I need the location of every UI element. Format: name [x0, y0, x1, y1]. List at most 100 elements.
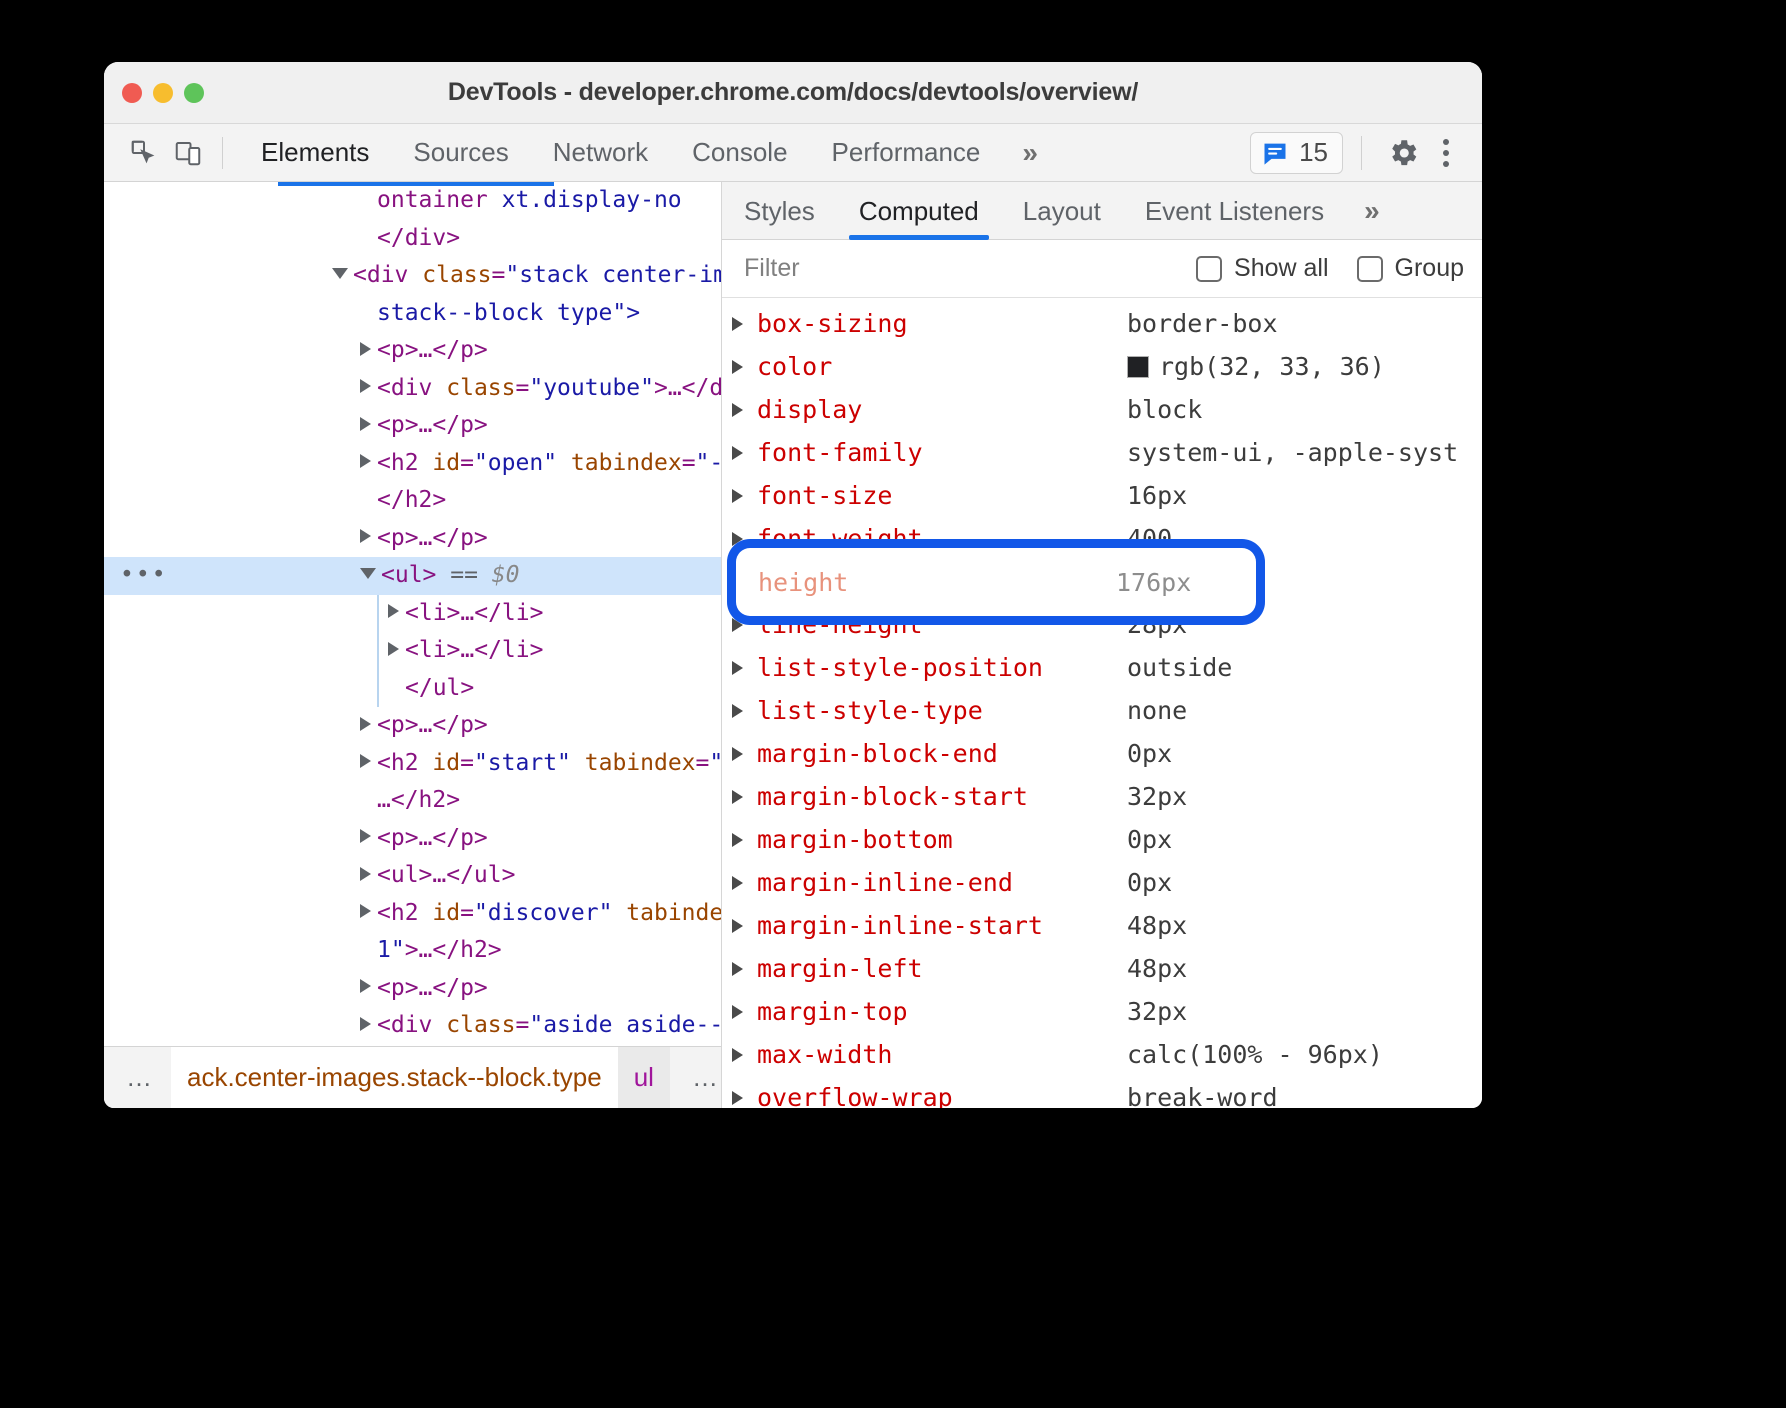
inspect-element-icon[interactable] — [122, 133, 166, 173]
dom-node[interactable]: <h2 id="start" tabindex="- — [104, 745, 721, 783]
computed-property-row[interactable]: list-style-positionoutside — [722, 646, 1482, 689]
chevron-right-icon[interactable] — [360, 904, 371, 918]
computed-property-row[interactable]: margin-inline-start48px — [722, 904, 1482, 947]
chevron-right-icon[interactable] — [360, 1017, 371, 1031]
computed-property-row[interactable]: colorrgb(32, 33, 36) — [722, 345, 1482, 388]
dom-node[interactable]: <li>…</li> — [104, 632, 721, 670]
dom-node[interactable]: <p>…</p> — [104, 970, 721, 1008]
chevron-down-icon[interactable] — [332, 268, 348, 279]
dom-node[interactable]: <h2 id="open" tabindex="-1 — [104, 445, 721, 483]
dom-node[interactable]: <div class="stack center-ima — [104, 257, 721, 295]
chevron-right-icon[interactable] — [732, 446, 743, 460]
minimize-window-button[interactable] — [153, 83, 173, 103]
chevron-right-icon[interactable] — [732, 962, 743, 976]
chevron-right-icon[interactable] — [360, 754, 371, 768]
chevron-right-icon[interactable] — [360, 379, 371, 393]
color-swatch[interactable] — [1127, 356, 1149, 378]
dom-node-selected[interactable]: •••<ul> == $0 — [104, 557, 721, 595]
dom-node[interactable]: </h2> — [104, 482, 721, 520]
group-checkbox[interactable]: Group — [1357, 254, 1464, 283]
dom-node[interactable]: <div class="aside aside--n — [104, 1007, 721, 1045]
chevron-right-icon[interactable] — [732, 403, 743, 417]
tab-layout[interactable]: Layout — [1001, 196, 1123, 239]
chevron-right-icon[interactable] — [732, 833, 743, 847]
show-all-checkbox-box[interactable] — [1196, 256, 1222, 282]
computed-property-row[interactable]: displayblock — [722, 388, 1482, 431]
chevron-right-icon[interactable] — [388, 642, 399, 656]
breadcrumb-overflow-icon[interactable]: … — [104, 1062, 171, 1093]
group-checkbox-box[interactable] — [1357, 256, 1383, 282]
chevron-right-icon[interactable] — [732, 661, 743, 675]
computed-property-row[interactable]: max-widthcalc(100% - 96px) — [722, 1033, 1482, 1076]
tab-event-listeners[interactable]: Event Listeners — [1123, 196, 1346, 239]
show-all-checkbox[interactable]: Show all — [1196, 254, 1329, 283]
dom-node[interactable]: …</h2> — [104, 782, 721, 820]
computed-property-row[interactable]: font-size16px — [722, 474, 1482, 517]
chevron-right-icon[interactable] — [732, 360, 743, 374]
more-panels-icon[interactable]: » — [1002, 137, 1054, 169]
dom-node[interactable]: <p>…</p> — [104, 407, 721, 445]
computed-property-row[interactable]: list-style-typenone — [722, 689, 1482, 732]
dom-node[interactable]: <p>…</p> — [104, 520, 721, 558]
chevron-right-icon[interactable] — [732, 1091, 743, 1105]
dom-node[interactable]: <p>…</p> — [104, 707, 721, 745]
tab-network[interactable]: Network — [531, 133, 670, 172]
dom-node[interactable]: <h2 id="discover" tabindex — [104, 895, 721, 933]
chevron-right-icon[interactable] — [732, 489, 743, 503]
zoom-window-button[interactable] — [184, 83, 204, 103]
dom-node[interactable]: 1">…</h2> — [104, 932, 721, 970]
chevron-down-icon[interactable] — [360, 568, 376, 579]
dom-node[interactable]: </ul> — [104, 670, 721, 708]
dom-node[interactable]: <p>…</p> — [104, 820, 721, 858]
computed-property-row[interactable]: margin-left48px — [722, 947, 1482, 990]
dom-tree[interactable]: ontainer xt.display-no</div><div class="… — [104, 182, 721, 1046]
tab-elements[interactable]: Elements — [239, 133, 391, 172]
filter-input[interactable]: Filter — [744, 254, 800, 283]
more-sidebar-tabs-icon[interactable]: » — [1346, 195, 1394, 239]
tab-computed[interactable]: Computed — [837, 196, 1001, 239]
computed-property-row[interactable]: overflow-wrapbreak-word — [722, 1076, 1482, 1108]
computed-property-row[interactable]: font-familysystem-ui, -apple-syst — [722, 431, 1482, 474]
chevron-right-icon[interactable] — [360, 417, 371, 431]
chevron-right-icon[interactable] — [360, 829, 371, 843]
chevron-right-icon[interactable] — [360, 342, 371, 356]
dom-node[interactable]: <li>…</li> — [104, 595, 721, 633]
dom-node[interactable]: <ul>…</ul> — [104, 857, 721, 895]
chevron-right-icon[interactable] — [732, 317, 743, 331]
annotated-property-height[interactable]: height176px — [736, 548, 1256, 616]
breadcrumb-trailing-icon[interactable]: … — [670, 1062, 721, 1093]
chevron-right-icon[interactable] — [360, 454, 371, 468]
computed-property-row[interactable]: margin-inline-end0px — [722, 861, 1482, 904]
chevron-right-icon[interactable] — [732, 1005, 743, 1019]
tab-styles[interactable]: Styles — [722, 196, 837, 239]
breadcrumb-item-parent[interactable]: ack.center-images.stack--block.type — [171, 1047, 618, 1109]
chevron-right-icon[interactable] — [732, 876, 743, 890]
dom-node[interactable]: <p>…</p> — [104, 332, 721, 370]
device-toolbar-icon[interactable] — [166, 133, 210, 173]
chevron-right-icon[interactable] — [360, 717, 371, 731]
breadcrumb-item-ul[interactable]: ul — [618, 1047, 670, 1109]
chevron-right-icon[interactable] — [360, 979, 371, 993]
chevron-right-icon[interactable] — [732, 618, 743, 632]
chevron-right-icon[interactable] — [732, 532, 743, 546]
gear-icon[interactable] — [1380, 130, 1426, 176]
chevron-right-icon[interactable] — [360, 529, 371, 543]
close-window-button[interactable] — [122, 83, 142, 103]
computed-property-row[interactable]: margin-top32px — [722, 990, 1482, 1033]
computed-properties-list[interactable]: box-sizingborder-boxcolorrgb(32, 33, 36)… — [722, 298, 1482, 1108]
tab-sources[interactable]: Sources — [391, 133, 530, 172]
chevron-right-icon[interactable] — [732, 919, 743, 933]
dom-node-badge[interactable]: ••• — [120, 557, 168, 595]
computed-property-row[interactable]: margin-block-end0px — [722, 732, 1482, 775]
dom-node[interactable]: stack--block type"> — [104, 295, 721, 333]
computed-property-row[interactable]: box-sizingborder-box — [722, 302, 1482, 345]
kebab-menu-icon[interactable] — [1426, 130, 1466, 176]
dom-node[interactable]: ontainer xt.display-no — [104, 182, 721, 220]
computed-property-row[interactable]: margin-bottom0px — [722, 818, 1482, 861]
computed-property-row[interactable]: margin-block-start32px — [722, 775, 1482, 818]
dom-node[interactable]: <div class="youtube">…</di — [104, 370, 721, 408]
chevron-right-icon[interactable] — [360, 867, 371, 881]
message-count-badge[interactable]: 15 — [1250, 132, 1343, 174]
dom-node[interactable]: </div> — [104, 220, 721, 258]
chevron-right-icon[interactable] — [388, 604, 399, 618]
